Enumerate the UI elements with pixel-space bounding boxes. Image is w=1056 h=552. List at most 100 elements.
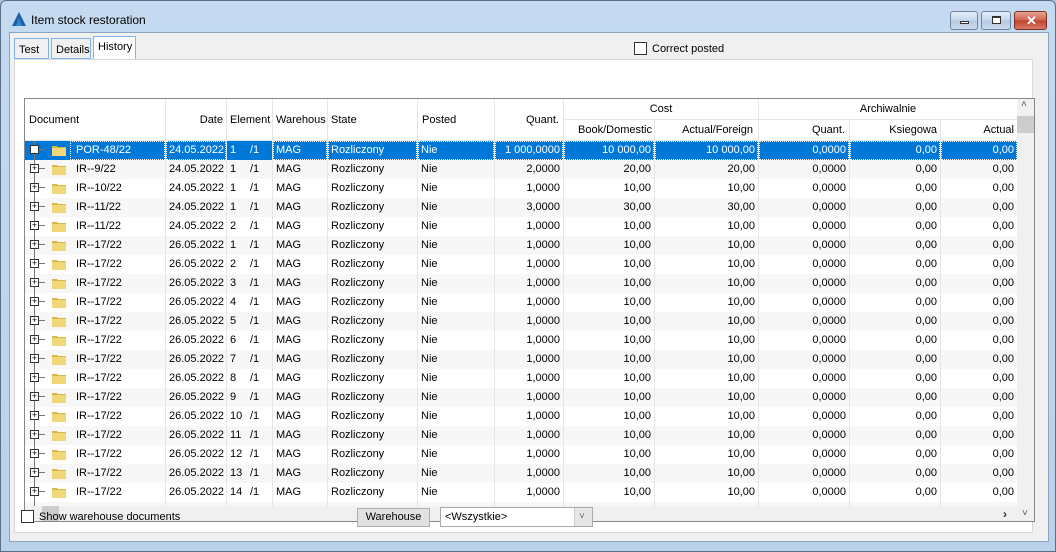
checkbox-box[interactable]	[634, 42, 647, 55]
expand-icon[interactable]: +	[30, 221, 39, 230]
expand-icon[interactable]: +	[30, 354, 39, 363]
cell-warehouse: MAG	[276, 467, 302, 479]
cell-element-sub: /1	[250, 372, 260, 384]
table-row[interactable]: + IR--17/22 26.05.2022 14/1 MAG Rozliczony Nie…	[25, 483, 1017, 502]
col-header-book-domestic[interactable]: Book/Domestic	[564, 124, 652, 136]
cell-element-sub: /1	[250, 239, 260, 251]
table-row[interactable]: + IR--17/22 26.05.2022 2/1 MAG Rozliczony Nie 1…	[25, 255, 1017, 274]
expand-icon[interactable]: +	[30, 392, 39, 401]
expand-icon[interactable]: +	[30, 373, 39, 382]
expand-icon[interactable]: +	[30, 145, 39, 154]
tab-details[interactable]: Details	[51, 38, 91, 59]
expand-icon[interactable]: +	[30, 449, 39, 458]
cell-arch-quant: 0,0000	[812, 277, 846, 289]
table-row[interactable]: + IR--11/22 24.05.2022 1/1 MAG Rozliczony Nie 3…	[25, 198, 1017, 217]
tree-branch	[39, 358, 45, 359]
table-row[interactable]: + IR--17/22 26.05.2022 1/1 MAG Rozliczony Nie 1…	[25, 236, 1017, 255]
minimize-button[interactable]	[950, 11, 978, 30]
chevron-down-icon[interactable]: ˅	[574, 508, 592, 526]
col-header-arch-quant[interactable]: Quant.	[759, 124, 845, 136]
vertical-scrollbar[interactable]: ˄ ˅	[1017, 99, 1034, 520]
tab-history[interactable]: History	[93, 36, 136, 60]
cell-posted: Nie	[421, 372, 438, 384]
expand-icon[interactable]: +	[30, 278, 39, 287]
history-grid[interactable]: Document Date Element Warehous State Pos…	[24, 98, 1035, 522]
cell-actual: 0,00	[992, 486, 1014, 498]
col-header-quant[interactable]: Quant.	[495, 114, 559, 126]
folder-icon	[52, 146, 66, 156]
cell-element-sub: /1	[250, 182, 260, 194]
table-row[interactable]: + IR--9/22 24.05.2022 1/1 MAG Rozliczony Nie 2,…	[25, 160, 1017, 179]
cell-actual-foreign: 10,00	[727, 334, 755, 346]
cell-arch-quant: 0,0000	[812, 391, 846, 403]
expand-icon[interactable]: +	[30, 259, 39, 268]
table-row[interactable]: + IR--17/22 26.05.2022 8/1 MAG Rozliczony Nie 1…	[25, 369, 1017, 388]
col-header-posted[interactable]: Posted	[422, 114, 456, 126]
table-row[interactable]: + IR--10/22 24.05.2022 1/1 MAG Rozliczony Nie 1…	[25, 179, 1017, 198]
table-row[interactable]: + IR--17/22 26.05.2022 7/1 MAG Rozliczony Nie 1…	[25, 350, 1017, 369]
col-header-date[interactable]: Date	[166, 114, 223, 126]
table-row[interactable]: + IR--17/22 26.05.2022 3/1 MAG Rozliczony Nie 1…	[25, 274, 1017, 293]
vertical-scroll-thumb[interactable]	[1017, 116, 1034, 133]
expand-icon[interactable]: +	[30, 335, 39, 344]
expand-icon[interactable]: +	[30, 164, 39, 173]
show-warehouse-documents-checkbox[interactable]: Show warehouse documents	[21, 510, 180, 523]
cell-book-domestic: 10 000,00	[564, 141, 654, 160]
cell-state: Rozliczony	[331, 353, 385, 365]
cell-element-sub: /1	[250, 410, 260, 422]
cell-warehouse: MAG	[276, 220, 302, 232]
scroll-right-icon[interactable]: ›	[1003, 507, 1007, 521]
correct-posted-checkbox[interactable]: Correct posted	[634, 42, 724, 55]
table-row[interactable]: + IR--11/22 24.05.2022 2/1 MAG Rozliczony Nie 1…	[25, 217, 1017, 236]
expand-icon[interactable]: +	[30, 316, 39, 325]
col-header-state[interactable]: State	[331, 114, 357, 126]
cell-actual: 0,00	[992, 334, 1014, 346]
warehouse-button[interactable]: Warehouse	[357, 508, 430, 527]
col-header-document[interactable]: Document	[29, 114, 79, 126]
tree-branch	[39, 377, 45, 378]
expand-icon[interactable]: +	[30, 411, 39, 420]
cell-quant: 1,0000	[526, 486, 560, 498]
scroll-up-icon[interactable]: ˄	[1021, 99, 1027, 110]
title-bar[interactable]: Item stock restoration ✕	[1, 1, 1055, 35]
cell-document: IR--17/22	[76, 353, 122, 365]
expand-icon[interactable]: +	[30, 202, 39, 211]
expand-icon[interactable]: +	[30, 183, 39, 192]
table-row[interactable]: + IR--17/22 26.05.2022 4/1 MAG Rozliczony Nie 1…	[25, 293, 1017, 312]
expand-icon[interactable]: +	[30, 468, 39, 477]
table-row[interactable]: + IR--17/22 26.05.2022 9/1 MAG Rozliczony Nie 1…	[25, 388, 1017, 407]
col-header-actual-foreign[interactable]: Actual/Foreign	[655, 124, 753, 136]
expand-icon[interactable]: +	[30, 240, 39, 249]
checkbox-box[interactable]	[21, 510, 34, 523]
cell-document: IR--17/22	[76, 296, 122, 308]
col-header-actual[interactable]: Actual	[941, 124, 1014, 136]
col-header-warehouse[interactable]: Warehous	[276, 114, 326, 126]
col-header-element[interactable]: Element	[230, 114, 270, 126]
col-header-ksiegowa[interactable]: Ksiegowa	[850, 124, 937, 136]
maximize-button[interactable]	[981, 11, 1011, 30]
cell-warehouse: MAG	[276, 334, 302, 346]
folder-icon	[52, 412, 66, 422]
table-row[interactable]: + IR--17/22 26.05.2022 6/1 MAG Rozliczony Nie 1…	[25, 331, 1017, 350]
cell-posted: Nie	[421, 429, 438, 441]
expand-icon[interactable]: +	[30, 487, 39, 496]
cell-document: IR--10/22	[76, 182, 122, 194]
tab-test[interactable]: Test	[14, 38, 49, 59]
cell-posted: Nie	[421, 239, 438, 251]
cell-element-sub: /1	[250, 486, 260, 498]
expand-icon[interactable]: +	[30, 430, 39, 439]
cell-document: IR--9/22	[76, 163, 116, 175]
table-row[interactable]: + IR--17/22 26.05.2022 11/1 MAG Rozliczony Nie…	[25, 426, 1017, 445]
expand-icon[interactable]: +	[30, 297, 39, 306]
table-row[interactable]: + IR--17/22 26.05.2022 5/1 MAG Rozliczony Nie 1…	[25, 312, 1017, 331]
table-row[interactable]: + IR--17/22 26.05.2022 10/1 MAG Rozliczony Nie…	[25, 407, 1017, 426]
cell-quant: 1,0000	[526, 448, 560, 460]
cell-arch-quant: 0,0000	[812, 334, 846, 346]
table-row[interactable]: + POR-48/22 24.05.2022 1/1 MAG Rozliczony Nie 1…	[25, 141, 1017, 160]
scroll-down-icon[interactable]: ˅	[1022, 508, 1028, 519]
table-row[interactable]: + IR--17/22 26.05.2022 13/1 MAG Rozliczony Nie…	[25, 464, 1017, 483]
table-row[interactable]: + IR--17/22 26.05.2022 12/1 MAG Rozliczony Nie…	[25, 445, 1017, 464]
warehouse-select[interactable]: <Wszystkie> ˅	[440, 507, 593, 527]
close-button[interactable]: ✕	[1014, 11, 1047, 30]
cell-arch-quant: 0,0000	[812, 182, 846, 194]
